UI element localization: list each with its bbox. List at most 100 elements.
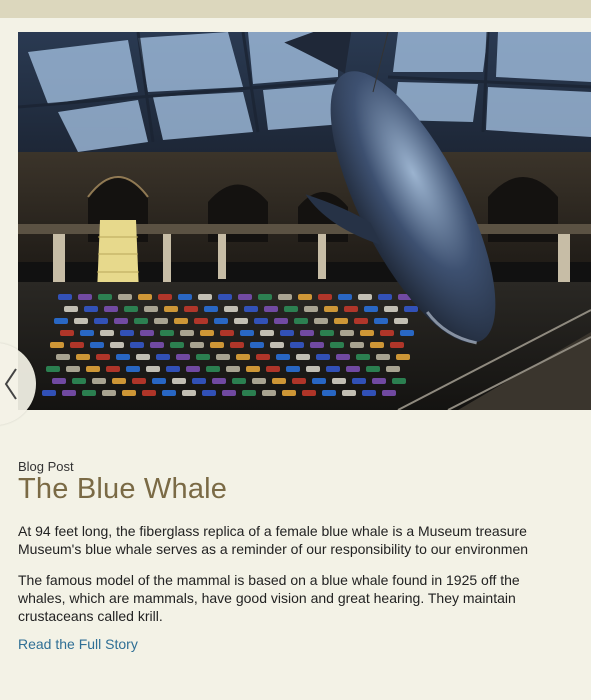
sleeping-bag	[112, 378, 126, 384]
sleeping-bag	[256, 354, 270, 360]
sleeping-bag	[300, 330, 314, 336]
sleeping-bag	[200, 330, 214, 336]
sleeping-bag	[236, 354, 250, 360]
sleeping-bag	[374, 318, 388, 324]
sleeping-bag	[144, 306, 158, 312]
sleeping-bag	[124, 306, 138, 312]
sleeping-bag	[290, 342, 304, 348]
sleeping-bag	[152, 378, 166, 384]
sleeping-bag	[206, 366, 220, 372]
sleeping-bag	[82, 390, 96, 396]
sleeping-bag	[146, 366, 160, 372]
sleeping-bag	[372, 378, 386, 384]
sleeping-bag	[272, 378, 286, 384]
sleeping-bag	[114, 318, 128, 324]
post-paragraph-1: At 94 feet long, the fiberglass replica …	[18, 522, 591, 558]
paragraph-line: The famous model of the mammal is based …	[18, 572, 520, 588]
sleeping-bag	[230, 342, 244, 348]
sleeping-bag	[174, 318, 188, 324]
sleeping-bag	[330, 342, 344, 348]
sleeping-bag	[356, 354, 370, 360]
sleeping-bag	[360, 330, 374, 336]
sleeping-bag	[312, 378, 326, 384]
sleeping-bag	[306, 366, 320, 372]
sleeping-bag	[286, 366, 300, 372]
sleeping-bag	[250, 342, 264, 348]
sleeping-bag	[98, 294, 112, 300]
sleeping-bag	[280, 330, 294, 336]
sleeping-bag	[244, 306, 258, 312]
sleeping-bag	[222, 390, 236, 396]
sleeping-bag	[54, 318, 68, 324]
sleeping-bag	[42, 390, 56, 396]
sleeping-bag	[184, 306, 198, 312]
sleeping-bag	[194, 318, 208, 324]
sleeping-bag	[278, 294, 292, 300]
sleeping-bag	[180, 330, 194, 336]
sleeping-bag	[140, 330, 154, 336]
sleeping-bag	[162, 390, 176, 396]
sleeping-bag	[192, 378, 206, 384]
sleeping-bag	[218, 294, 232, 300]
sleeping-bag	[60, 330, 74, 336]
sleeping-bag	[380, 330, 394, 336]
sleeping-bag	[404, 306, 418, 312]
sleeping-bag	[370, 342, 384, 348]
sleeping-bag	[158, 294, 172, 300]
sleeping-bag	[90, 342, 104, 348]
sleeping-bag	[142, 390, 156, 396]
carousel-image[interactable]	[18, 32, 591, 410]
sleeping-bag	[220, 330, 234, 336]
sleeping-bag	[342, 390, 356, 396]
sleeping-bag	[270, 342, 284, 348]
sleeping-bag	[190, 342, 204, 348]
sleeping-bag	[202, 390, 216, 396]
sleeping-bag	[264, 306, 278, 312]
sleeping-bag	[254, 318, 268, 324]
sleeping-bag	[176, 354, 190, 360]
sleeping-bag	[258, 294, 272, 300]
paragraph-line: crustaceans called krill.	[18, 608, 163, 624]
sleeping-bag	[150, 342, 164, 348]
sleeping-bag	[284, 306, 298, 312]
paragraph-line: Museum's blue whale serves as a reminder…	[18, 541, 529, 557]
sleeping-bag	[240, 330, 254, 336]
sleeping-bag	[390, 342, 404, 348]
sleeping-bag	[76, 354, 90, 360]
sleeping-bag	[210, 342, 224, 348]
sleeping-bag	[116, 354, 130, 360]
sleeping-bag	[72, 378, 86, 384]
sleeping-bag	[386, 366, 400, 372]
sleeping-bag	[132, 378, 146, 384]
sleeping-bag	[304, 306, 318, 312]
sleeping-bag	[294, 318, 308, 324]
sleeping-bag	[282, 390, 296, 396]
sleeping-bag	[78, 294, 92, 300]
sleeping-bag	[106, 366, 120, 372]
sleeping-bag	[366, 366, 380, 372]
sleeping-bag	[232, 378, 246, 384]
sleeping-bag	[154, 318, 168, 324]
sleeping-bag	[118, 294, 132, 300]
sleeping-bag	[204, 306, 218, 312]
sleeping-bag	[334, 318, 348, 324]
paragraph-line: At 94 feet long, the fiberglass replica …	[18, 523, 527, 539]
sleeping-bag	[134, 318, 148, 324]
sleeping-bag	[172, 378, 186, 384]
sleeping-bag	[96, 354, 110, 360]
sleeping-bag	[198, 294, 212, 300]
sleeping-bag	[292, 378, 306, 384]
sleeping-bag	[182, 390, 196, 396]
sleeping-bag	[104, 306, 118, 312]
read-full-story-link[interactable]: Read the Full Story	[18, 636, 138, 652]
sleeping-bag	[310, 342, 324, 348]
sleeping-bag	[394, 318, 408, 324]
sleeping-bag	[120, 330, 134, 336]
sleeping-bag	[52, 378, 66, 384]
sleeping-bag	[58, 294, 72, 300]
sleeping-bag	[170, 342, 184, 348]
sleeping-bag	[400, 330, 414, 336]
sleeping-bag	[354, 318, 368, 324]
sleeping-bag	[164, 306, 178, 312]
sleeping-bag	[186, 366, 200, 372]
